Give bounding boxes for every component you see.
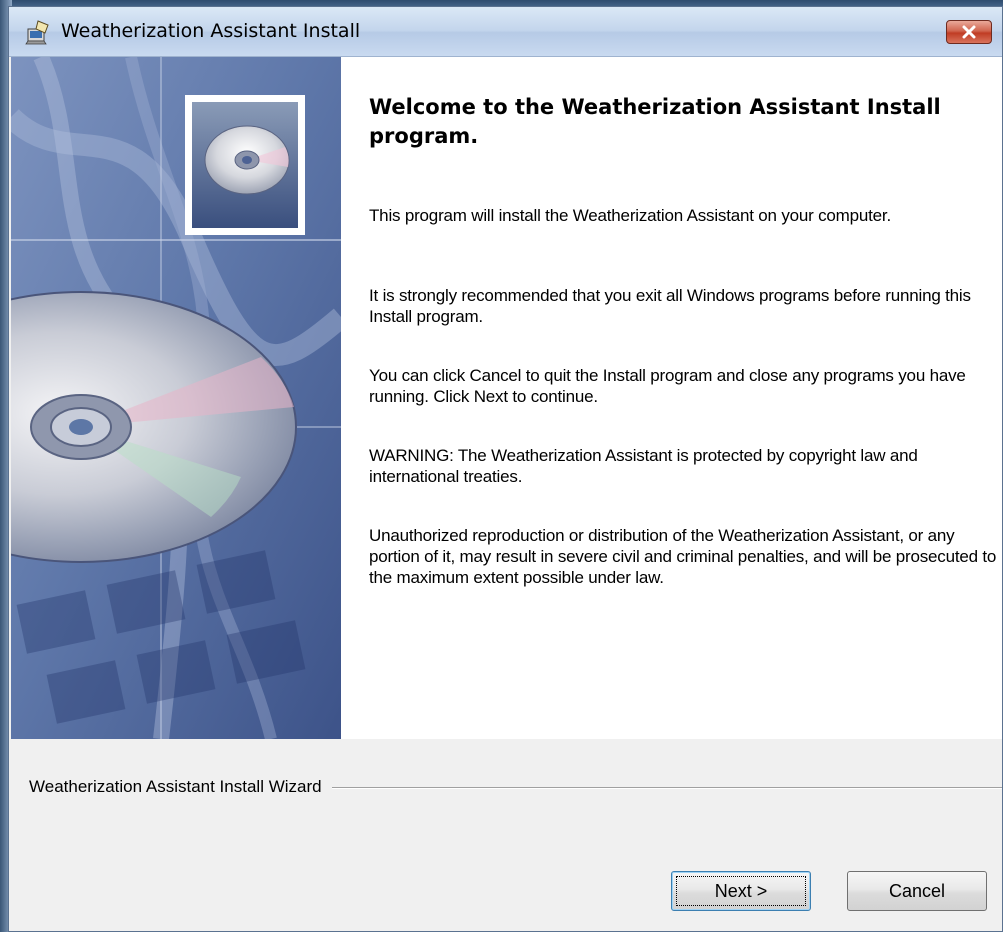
- warning-paragraph: WARNING: The Weatherization Assistant is…: [369, 446, 918, 486]
- intro-paragraph: This program will install the Weatheriza…: [369, 206, 891, 225]
- title-bar[interactable]: Weatherization Assistant Install: [9, 7, 1002, 57]
- cancel-button-label: Cancel: [888, 880, 946, 901]
- installer-window: Weatherization Assistant Install Welcome…: [8, 6, 1003, 932]
- cancel-button[interactable]: Cancel: [847, 871, 987, 911]
- wizard-side-artwork: [11, 57, 341, 739]
- welcome-heading: Welcome to the Weatherization Assistant …: [369, 95, 941, 148]
- close-button[interactable]: [946, 20, 992, 44]
- cancel-next-paragraph: You can click Cancel to quit the Install…: [369, 366, 966, 406]
- next-button-label: Next >: [714, 880, 768, 901]
- recommendation-paragraph: It is strongly recommended that you exit…: [369, 286, 971, 326]
- welcome-content-panel: Welcome to the Weatherization Assistant …: [341, 57, 1002, 739]
- close-icon: [962, 25, 976, 39]
- unauthorized-paragraph: Unauthorized reproduction or distributio…: [369, 526, 997, 587]
- installer-app-icon: [25, 20, 49, 45]
- wizard-name-label: Weatherization Assistant Install Wizard: [29, 777, 332, 797]
- window-title: Weatherization Assistant Install: [61, 20, 361, 42]
- next-button[interactable]: Next >: [671, 871, 811, 911]
- dialog-client-area: Welcome to the Weatherization Assistant …: [9, 57, 1002, 931]
